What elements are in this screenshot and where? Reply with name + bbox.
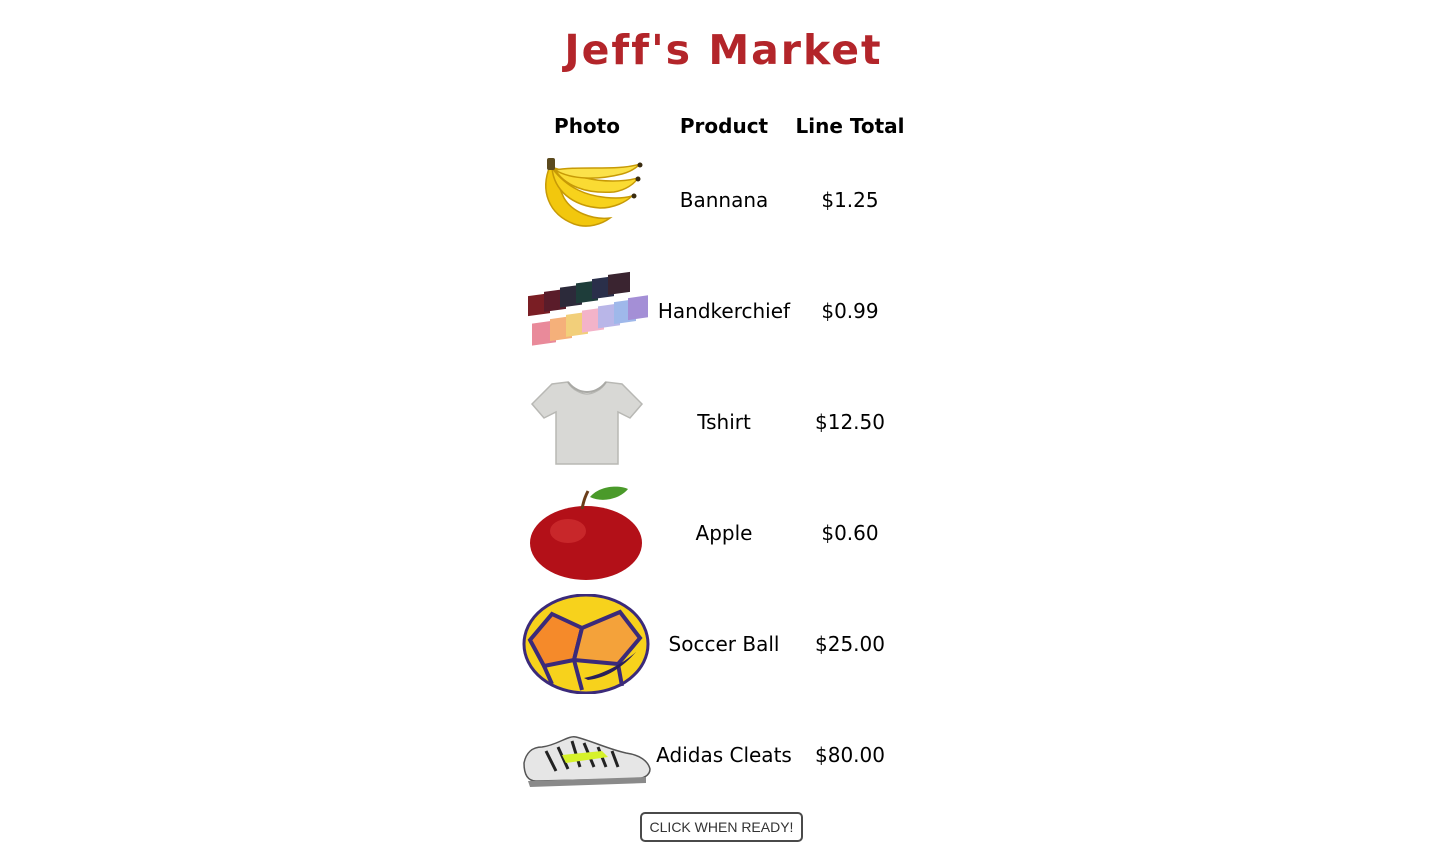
product-name: Handkerchief: [657, 298, 791, 323]
table-row: Bannana $1.25: [520, 144, 906, 255]
table-row: Handkerchief $0.99: [520, 255, 906, 366]
table-row: Apple $0.60: [520, 477, 906, 588]
product-name: Adidas Cleats: [656, 742, 792, 767]
photo-cell: [520, 144, 654, 255]
banana-photo: [545, 157, 643, 227]
page-title: Jeff's Market: [564, 26, 883, 74]
line-total: $25.00: [815, 631, 885, 656]
table-row: Soccer Ball $25.00: [520, 588, 906, 699]
header-product: Product: [679, 114, 769, 138]
line-total: $0.60: [821, 520, 879, 545]
table-header-row: Photo Product Line Total: [520, 108, 906, 144]
line-total: $0.99: [821, 298, 879, 323]
market-page: Jeff's Market Photo Product Line Total B…: [0, 0, 1447, 862]
product-name: Bannana: [679, 187, 769, 212]
line-total: $1.25: [821, 187, 879, 212]
tshirt-photo: [530, 380, 644, 465]
table-row: Tshirt $12.50: [520, 366, 906, 477]
photo-cell: [520, 699, 654, 810]
photo-cell: [520, 366, 654, 477]
photo-cell: [520, 588, 654, 699]
handkerchief-photo: [528, 271, 648, 346]
ready-button[interactable]: CLICK WHEN READY!: [640, 812, 803, 842]
cleats-photo: [523, 735, 651, 787]
line-total: $80.00: [815, 742, 885, 767]
product-name: Apple: [695, 520, 753, 545]
header-line-total: Line Total: [795, 114, 905, 138]
header-photo: Photo: [554, 114, 620, 138]
soccer-ball-photo: [522, 593, 650, 694]
product-table: Photo Product Line Total Bannana $1.25 H…: [520, 108, 906, 810]
photo-cell: [520, 255, 654, 366]
line-total: $12.50: [815, 409, 885, 434]
apple-photo: [530, 486, 642, 580]
product-name: Tshirt: [697, 409, 751, 434]
photo-cell: [520, 477, 654, 588]
product-name: Soccer Ball: [668, 631, 780, 656]
table-row: Adidas Cleats $80.00: [520, 699, 906, 810]
